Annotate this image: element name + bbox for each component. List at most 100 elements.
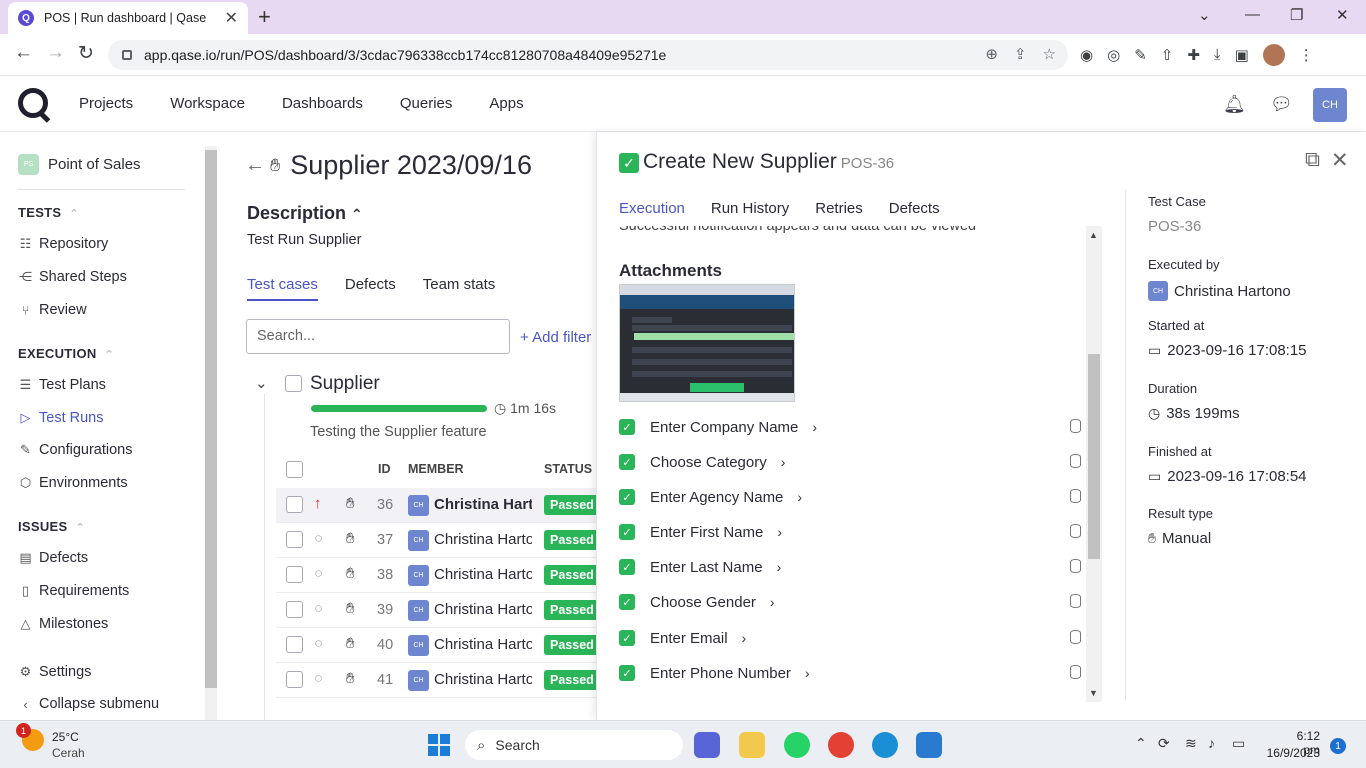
maximize-icon[interactable]: ❐ <box>1290 6 1303 24</box>
row-checkbox[interactable] <box>286 636 303 653</box>
row-checkbox[interactable] <box>286 601 303 618</box>
row-checkbox[interactable] <box>286 496 303 513</box>
search-input[interactable]: Search... <box>246 319 510 354</box>
taskbar-search[interactable]: ⌕ Search <box>465 730 683 760</box>
section-tests[interactable]: TESTS ⌃ <box>18 205 79 220</box>
step-row[interactable]: ✓ Enter Phone Number › <box>619 659 1089 687</box>
close-tab-icon[interactable]: ✕ <box>225 8 238 28</box>
whatsapp-icon[interactable] <box>784 732 810 758</box>
step-row[interactable]: ✓ Enter Last Name › <box>619 553 1089 581</box>
row-checkbox[interactable] <box>286 671 303 688</box>
forward-icon[interactable]: → <box>46 42 65 64</box>
tab-defects[interactable]: Defects <box>345 276 396 301</box>
nav-queries[interactable]: Queries <box>400 95 453 112</box>
extension-circle-icon[interactable]: ◎ <box>1107 46 1120 66</box>
tab-retries[interactable]: Retries <box>815 200 863 217</box>
file-explorer-icon[interactable] <box>739 732 765 758</box>
qase-logo[interactable] <box>18 88 48 118</box>
sidepanel-icon[interactable]: ▣ <box>1235 46 1249 66</box>
section-execution[interactable]: EXECUTION ⌃ <box>18 346 114 361</box>
back-arrow-icon[interactable]: ← <box>245 154 265 177</box>
tab-test-cases[interactable]: Test cases <box>247 276 318 301</box>
browser-tab[interactable]: Q POS | Run dashboard | Qase ✕ <box>8 2 248 34</box>
step-row[interactable]: ✓ Enter Agency Name › <box>619 483 1089 511</box>
close-icon[interactable]: ✕ <box>1331 148 1349 173</box>
volume-icon[interactable]: ♪ <box>1208 735 1215 751</box>
sidebar-item-settings[interactable]: ⚙ Settings <box>18 664 92 680</box>
sidebar-item-configurations[interactable]: ✎ Configurations <box>18 442 132 458</box>
back-icon[interactable]: ← <box>14 42 33 64</box>
nav-apps[interactable]: Apps <box>489 95 523 112</box>
close-window-icon[interactable]: ✕ <box>1336 6 1349 24</box>
add-filter-button[interactable]: + Add filter <box>520 329 591 346</box>
step-row[interactable]: ✓ Choose Gender › <box>619 588 1089 616</box>
weather-icon[interactable]: 1 <box>16 723 44 751</box>
table-row[interactable]: ○ ✋︎ 40 CH Christina Hartono Passed <box>276 628 596 663</box>
sidebar-item-milestones[interactable]: △ Milestones <box>18 616 109 632</box>
table-row[interactable]: ○ ✋︎ 38 CH Christina Hartono Passed <box>276 558 596 593</box>
sidebar-item-shared-steps[interactable]: ⋲ Shared Steps <box>18 269 127 285</box>
minimize-icon[interactable]: — <box>1245 6 1260 23</box>
tab-search-icon[interactable]: ⌄ <box>1198 6 1211 24</box>
description-toggle[interactable]: Description ⌃ <box>247 203 363 224</box>
nav-workspace[interactable]: Workspace <box>170 95 245 112</box>
vscode-icon[interactable] <box>916 732 942 758</box>
url-field[interactable]: app.qase.io/run/POS/dashboard/3/3cdac796… <box>108 40 1068 70</box>
camera-icon[interactable]: ◉ <box>1080 46 1093 66</box>
scroll-down-icon[interactable]: ▼ <box>1089 688 1098 698</box>
chat-icon[interactable]: 💬︎ <box>1270 94 1293 115</box>
notification-badge[interactable]: 1 <box>1330 738 1346 754</box>
select-all-checkbox[interactable] <box>286 461 303 478</box>
menu-dots-icon[interactable]: ⋮ <box>1299 46 1314 66</box>
open-new-window-icon[interactable]: ⧉ <box>1305 148 1320 172</box>
chrome-icon[interactable] <box>828 732 854 758</box>
step-row[interactable]: ✓ Enter First Name › <box>619 518 1089 546</box>
profile-avatar[interactable] <box>1262 44 1285 66</box>
sidebar-item-repository[interactable]: ☷ Repository <box>18 236 109 252</box>
extension-upload-icon[interactable]: ⇧ <box>1161 46 1174 66</box>
reload-icon[interactable]: ↻ <box>78 42 94 65</box>
tab-defects[interactable]: Defects <box>889 200 940 217</box>
row-checkbox[interactable] <box>286 531 303 548</box>
battery-icon[interactable]: ▭ <box>1232 735 1245 752</box>
scroll-up-icon[interactable]: ▲ <box>1089 230 1098 240</box>
user-avatar[interactable]: CH <box>1313 88 1347 122</box>
suite-checkbox[interactable] <box>285 375 302 392</box>
chevron-down-icon[interactable]: ⌄ <box>255 374 268 392</box>
sidebar-item-environments[interactable]: ⬡ Environments <box>18 475 128 491</box>
new-tab-icon[interactable]: + <box>258 4 271 30</box>
drawer-scrollbar-thumb[interactable] <box>1088 354 1100 559</box>
extension-pen-icon[interactable]: ✎ <box>1134 46 1147 66</box>
bell-icon[interactable]: 🔔︎ <box>1223 94 1246 115</box>
wifi-icon[interactable]: ≋ <box>1185 735 1197 752</box>
step-row[interactable]: ✓ Enter Email › <box>619 624 1089 652</box>
sidebar-scrollbar-thumb[interactable] <box>205 150 217 688</box>
sidebar-item-test-runs[interactable]: ▷ Test Runs <box>18 410 104 426</box>
table-row[interactable]: ↑ ✋︎ 36 CH Christina Hartono Passed <box>276 488 596 523</box>
zoom-icon[interactable]: ⊕ <box>985 45 998 63</box>
meet-app-icon[interactable] <box>694 732 720 758</box>
table-row[interactable]: ○ ✋︎ 41 CH Christina Hartono Passed <box>276 663 596 698</box>
windows-start-icon[interactable] <box>428 734 450 756</box>
section-issues[interactable]: ISSUES ⌃ <box>18 519 85 534</box>
project-selector[interactable]: PS Point of Sales <box>18 154 141 175</box>
attachment-thumbnail[interactable] <box>619 284 795 402</box>
sidebar-item-test-plans[interactable]: ☰ Test Plans <box>18 377 106 393</box>
nav-projects[interactable]: Projects <box>79 95 133 112</box>
nav-dashboards[interactable]: Dashboards <box>282 95 363 112</box>
sidebar-item-defects[interactable]: ▤ Defects <box>18 550 88 566</box>
step-row[interactable]: ✓ Choose Category › <box>619 448 1089 476</box>
sidebar-item-review[interactable]: ⑂ Review <box>18 302 87 318</box>
puzzle-icon[interactable]: ✚ <box>1187 46 1200 66</box>
download-icon[interactable]: ⤓ <box>1214 46 1221 66</box>
tab-run-history[interactable]: Run History <box>711 200 789 217</box>
tab-execution[interactable]: Execution <box>619 200 685 217</box>
taskbar-date[interactable]: 16/9/2023 <box>1261 746 1320 760</box>
row-checkbox[interactable] <box>286 566 303 583</box>
table-row[interactable]: ○ ✋︎ 39 CH Christina Hartono Passed <box>276 593 596 628</box>
sync-icon[interactable]: ⟳ <box>1158 735 1170 752</box>
edge-icon[interactable] <box>872 732 898 758</box>
bookmark-star-icon[interactable]: ☆ <box>1043 45 1056 63</box>
sidebar-item-requirements[interactable]: ▯ Requirements <box>18 583 129 599</box>
tab-team-stats[interactable]: Team stats <box>423 276 496 301</box>
